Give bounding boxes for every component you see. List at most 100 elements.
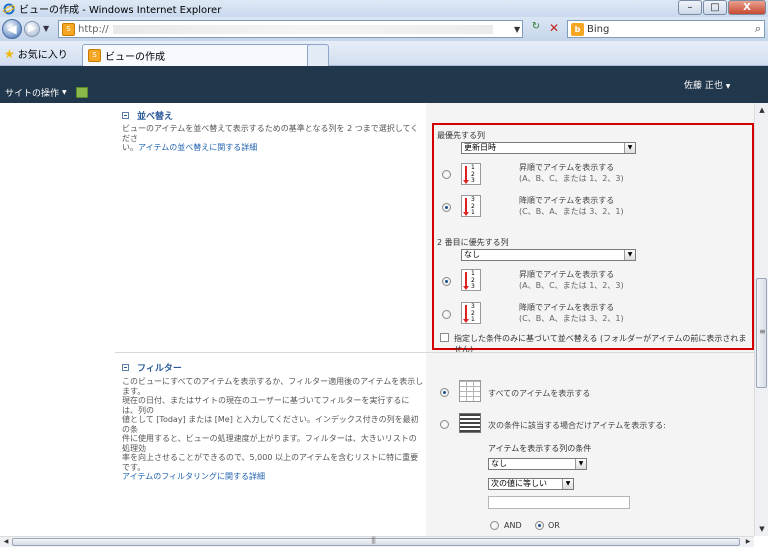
filter-operator-value: 次の値に等しい [491,479,547,488]
favorites-label: お気に入り [17,50,68,61]
first-desc-sub: (C、B、A、または 3、2、1) [519,207,624,216]
first-desc-radio[interactable] [442,203,451,212]
second-asc-label: 昇順でアイテムを表示する [519,270,615,279]
first-sort-label: 最優先する列 [437,131,485,140]
first-desc-label: 降順でアイテムを表示する [519,196,615,205]
or-label: OR [548,521,560,530]
refresh-icon[interactable]: ↻ [528,21,544,37]
stop-icon[interactable]: ✕ [546,21,562,37]
filter-description: このビューにすべてのアイテムを表示するか、フィルター適用後のアイテムを表示します… [122,377,424,482]
filter-help-link[interactable]: アイテムのフィルタリングに関する詳細 [122,472,265,481]
chevron-down-icon: ▼ [725,83,731,90]
tab-title: ビューの作成 [105,52,165,63]
search-icon[interactable]: ⌕ [755,22,761,36]
sharepoint-header: サイトの操作 ▼ 佐藤 正也 ▼ [0,66,768,103]
first-asc-radio[interactable] [442,170,451,179]
site-favicon-icon: S [62,22,75,36]
site-actions-label: サイトの操作 [5,89,60,99]
or-radio[interactable] [535,521,544,530]
second-sort-select[interactable]: なし ▼ [461,249,636,261]
address-dropdown-icon[interactable]: ▼ [514,25,520,34]
first-asc-label: 昇順でアイテムを表示する [519,163,615,172]
bing-icon: b [571,22,584,36]
filter-list-icon [459,413,481,433]
new-tab-button[interactable] [307,44,329,66]
desc-icon-nums: 3 2 1 [471,303,475,323]
show-filtered-radio[interactable] [440,420,449,429]
filter-section-title[interactable]: フィルター [122,361,182,374]
history-dropdown-icon[interactable]: ▼ [43,24,49,33]
address-toolbar: ◀ ▶ ▼ S http:// ▼ ↻ ✕ b Bing ⌕ [0,17,768,41]
scroll-down-icon[interactable]: ▼ [756,523,768,535]
search-input[interactable]: b Bing ⌕ [567,20,765,38]
collapse-icon[interactable] [122,364,129,371]
filter-column-select[interactable]: なし ▼ [488,458,587,470]
show-all-radio[interactable] [440,388,449,397]
favorites-button[interactable]: ★ お気に入り [4,46,68,62]
sort-title-text: 並べ替え [137,112,174,122]
site-actions-menu[interactable]: サイトの操作 ▼ [5,86,88,99]
second-desc-radio[interactable] [442,310,451,319]
second-sort-label: 2 番目に優先する列 [437,238,509,247]
asc-icon-nums: 1 2 3 [471,270,475,290]
edit-page-icon[interactable] [75,87,88,98]
scroll-right-icon[interactable]: ▶ [743,537,753,547]
sort-section-title[interactable]: 並べ替え [122,109,173,122]
second-asc-radio[interactable] [442,277,451,286]
collapse-icon[interactable] [122,112,129,119]
sort-desc-line2: い。 [122,143,138,152]
forward-button[interactable]: ▶ [24,21,40,37]
filter-column-label: アイテムを表示する列の条件 [488,444,592,453]
filter-desc-line: 値として [Today] または [Me] と入力してください。インデックス付き… [122,415,419,434]
back-button[interactable]: ◀ [2,19,22,39]
tab-create-view[interactable]: S ビューの作成 [82,44,328,66]
sort-ascending-icon: 1 2 3 [461,269,481,291]
sort-help-link[interactable]: アイテムの並べ替えに関する詳細 [138,143,257,152]
scroll-left-icon[interactable]: ◀ [1,537,11,547]
second-desc-label: 降順でアイテムを表示する [519,303,615,312]
sort-options-box: 最優先する列 更新日時 ▼ 1 2 3 昇順でアイテムを表示する (A、B、C、… [432,123,754,354]
filter-desc-line: 現在の日付、またはサイトの現在のユーザーに基づいてフィルターを実行するには、列の [122,396,410,415]
first-sort-select[interactable]: 更新日時 ▼ [461,142,636,154]
sort-only-fields-checkbox[interactable] [440,333,449,342]
maximize-button[interactable]: □ [703,0,727,15]
desc-icon-nums: 3 2 1 [471,196,475,216]
ie-logo-icon [3,3,15,14]
vertical-scroll-thumb[interactable] [756,278,767,388]
window-controls: – □ X [678,0,766,15]
second-asc-sub: (A、B、C、または 1、2、3) [519,281,624,290]
main-content: 並べ替え ビューのアイテムを並べ替えて表示するための基準となる列を 2 つまで選… [0,103,754,536]
show-all-label: すべてのアイテムを表示する [488,389,591,398]
second-desc-sub: (C、B、A、または 3、2、1) [519,314,624,323]
horizontal-scroll-thumb[interactable] [12,536,740,546]
filter-desc-line: 率を向上させることができるので、5,000 以上のアイテムを含むリストに特に重要… [122,453,419,472]
sort-ascending-icon: 1 2 3 [461,163,481,185]
address-input[interactable]: S http:// [58,20,523,38]
first-asc-sub: (A、B、C、または 1、2、3) [519,174,624,183]
scroll-up-icon[interactable]: ▲ [756,104,768,116]
user-name: 佐藤 正也 [684,81,723,91]
vertical-scrollbar[interactable]: ▲ ▼ [754,103,768,536]
section-divider [115,352,754,353]
horizontal-scrollbar[interactable]: ◀ ▶ [0,536,754,547]
filter-column-value: なし [491,459,507,468]
window-title: ビューの作成 - Windows Internet Explorer [19,5,222,16]
user-menu[interactable]: 佐藤 正也 ▼ [684,78,730,91]
filter-desc-line: 件に使用すると、ビューの処理速度が上がります。フィルターは、大きいリストの処理効 [122,434,417,453]
minimize-button[interactable]: – [678,0,702,15]
chevron-down-icon: ▼ [575,459,586,469]
tab-favicon-icon: S [88,49,101,62]
filter-desc-line: このビューにすべてのアイテムを表示するか、フィルター適用後のアイテムを表示します… [122,377,424,396]
filter-operator-select[interactable]: 次の値に等しい ▼ [488,478,574,490]
chevron-down-icon: ▼ [624,250,635,260]
and-radio[interactable] [490,521,499,530]
favorites-bar: ★ お気に入り S ビューの作成 [0,41,768,66]
close-button[interactable]: X [728,0,766,15]
sort-description: ビューのアイテムを並べ替えて表示するための基準となる列を 2 つまで選択してくだ… [122,124,422,153]
sort-descending-icon: 3 2 1 [461,195,481,217]
title-bar: ビューの作成 - Windows Internet Explorer – □ X [0,0,768,17]
asc-icon-nums: 1 2 3 [471,164,475,184]
second-sort-value: なし [464,250,480,259]
filter-value-input[interactable] [488,496,630,509]
all-items-grid-icon [459,380,481,402]
